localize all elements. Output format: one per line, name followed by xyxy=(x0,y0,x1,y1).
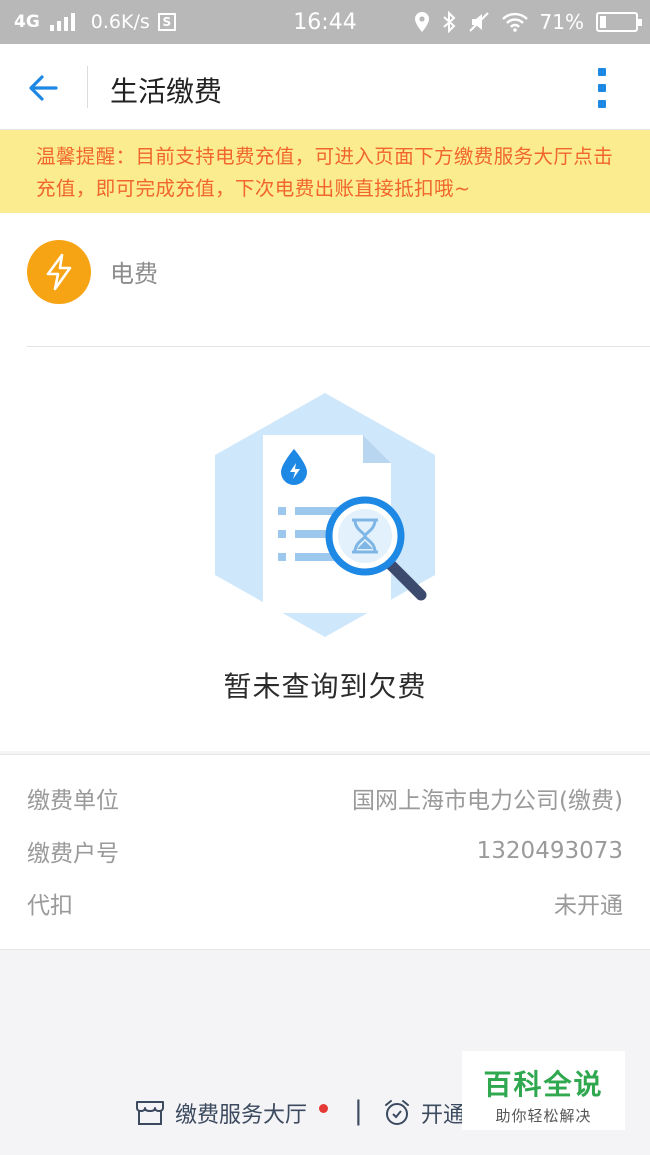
app-header: 生活缴费 xyxy=(0,44,650,130)
payment-hall-button[interactable]: 缴费服务大厅 xyxy=(135,1088,329,1138)
bill-card: 电费 暂未查询到欠费 xyxy=(0,213,650,751)
open-autopay-label: 开通 xyxy=(421,1103,466,1128)
back-button[interactable] xyxy=(22,66,66,110)
wifi-icon xyxy=(501,12,528,32)
mute-icon xyxy=(468,12,489,32)
info-value: 1320493073 xyxy=(476,838,623,864)
dot-icon xyxy=(598,100,606,108)
watermark-subtitle: 助你轻松解决 xyxy=(495,1107,592,1125)
battery-percent: 71% xyxy=(539,10,584,34)
empty-state-text: 暂未查询到欠费 xyxy=(223,670,427,703)
shop-icon xyxy=(136,1101,164,1125)
info-label: 代扣 xyxy=(27,893,73,919)
arrow-left-icon xyxy=(29,75,58,101)
more-options-button[interactable] xyxy=(590,68,614,108)
separator: | xyxy=(354,1096,363,1126)
info-row-autopay[interactable]: 代扣 未开通 xyxy=(27,883,623,923)
info-row-account: 缴费户号 1320493073 xyxy=(27,831,623,871)
payment-hall-label: 缴费服务大厅 xyxy=(175,1103,308,1128)
bluetooth-icon xyxy=(442,11,455,33)
info-value: 国网上海市电力公司(缴费) xyxy=(352,788,623,814)
electricity-icon xyxy=(27,240,91,304)
info-value: 未开通 xyxy=(554,893,623,919)
status-bar: 4G 0.6K/s S 16:44 71% xyxy=(0,0,650,44)
divider xyxy=(27,346,650,347)
watermark-title: 百科全说 xyxy=(483,1068,604,1101)
info-label: 缴费单位 xyxy=(27,788,119,814)
location-icon xyxy=(414,12,429,32)
dot-icon xyxy=(598,68,606,76)
header-divider xyxy=(87,66,88,108)
info-label: 缴费户号 xyxy=(27,841,119,867)
dot-icon xyxy=(598,84,606,92)
watermark-logo: 百科全说 助你轻松解决 xyxy=(462,1051,625,1130)
page-title: 生活缴费 xyxy=(110,75,223,108)
battery-icon xyxy=(596,12,642,32)
alarm-clock-icon xyxy=(385,1100,409,1125)
open-autopay-button[interactable]: 开通 xyxy=(383,1088,465,1138)
status-right: 71% xyxy=(414,0,642,44)
service-label: 电费 xyxy=(110,260,158,288)
account-info-card: 缴费单位 国网上海市电力公司(缴费) 缴费户号 1320493073 代扣 未开… xyxy=(0,754,650,950)
notification-dot xyxy=(319,1103,329,1113)
no-bill-illustration xyxy=(215,393,435,637)
notice-banner: 温馨提醒：目前支持电费充值，可进入页面下方缴费服务大厅点击充值，即可完成充值，下… xyxy=(0,130,650,213)
info-row-unit: 缴费单位 国网上海市电力公司(缴费) xyxy=(27,778,623,818)
